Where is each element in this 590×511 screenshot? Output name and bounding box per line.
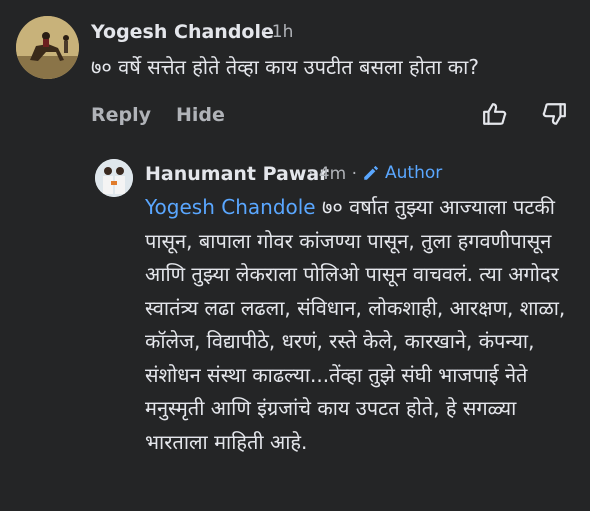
reply-button[interactable]: Reply <box>91 104 151 126</box>
comment-text: ७० वर्षे सत्तेत होते तेव्हा काय उपटीत बस… <box>91 55 479 79</box>
comment-timestamp[interactable]: · 1h <box>261 22 293 42</box>
hide-button[interactable]: Hide <box>176 104 225 126</box>
dislike-icon[interactable] <box>541 101 567 127</box>
pencil-icon <box>364 165 379 180</box>
comment-author[interactable]: Yogesh Chandole <box>91 21 274 43</box>
comment-timestamp[interactable]: · 4m · <box>308 164 357 184</box>
comment-author[interactable]: Hanumant Pawar <box>145 163 329 185</box>
comment-text: Yogesh Chandole ७० वर्षात तुझ्या आज्याला… <box>145 191 575 459</box>
author-badge: Author <box>362 163 442 183</box>
like-icon[interactable] <box>482 101 508 127</box>
avatar[interactable] <box>95 159 133 197</box>
author-badge-label: Author <box>385 163 443 183</box>
avatar[interactable] <box>16 16 79 79</box>
mention-link[interactable]: Yogesh Chandole <box>145 195 316 219</box>
comment-body: ७० वर्षात तुझ्या आज्याला पटकी पासून, बाप… <box>145 195 566 454</box>
